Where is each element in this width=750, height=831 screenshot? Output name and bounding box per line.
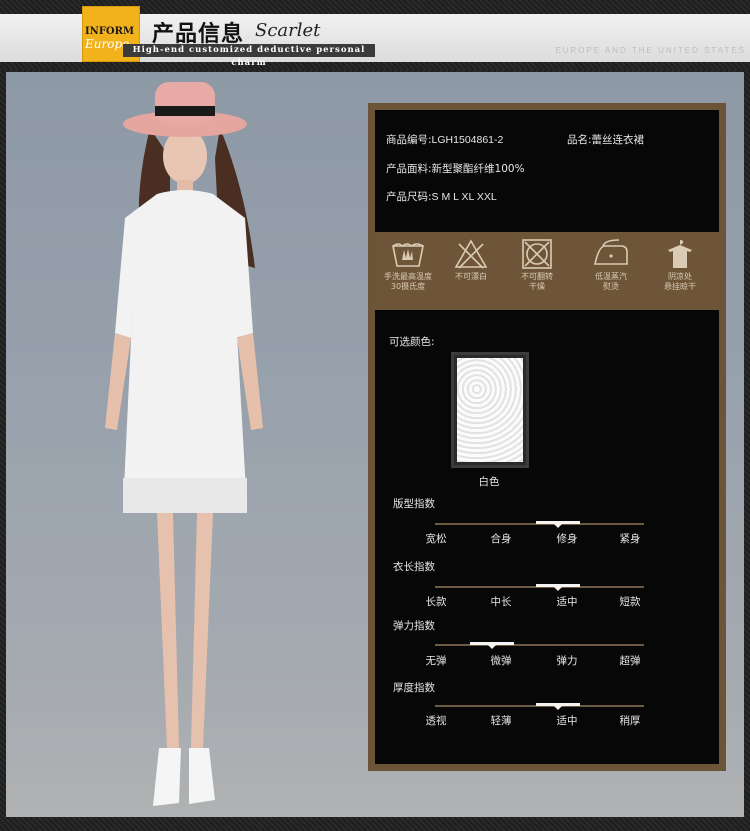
product-material-value: 新型聚酯纤维100%	[431, 163, 525, 175]
product-code-label: 商品编号:	[386, 134, 432, 146]
product-code-value: LGH1504861-2	[431, 134, 504, 146]
care-label-hand-wash-2: 30摄氏度	[390, 282, 426, 291]
care-instructions: 手洗最高温度 30摄氏度 不可漂白 不可翻转 干燥 低温蒸汽 熨烫 阴凉处 悬挂…	[375, 232, 719, 310]
no-tumble-dry-icon	[522, 239, 552, 269]
scale-option-selected: 适中	[556, 596, 578, 608]
product-size-label: 产品尺码:	[386, 191, 432, 203]
scale-option: 稍厚	[619, 715, 641, 727]
scale-option: 超弹	[619, 655, 641, 667]
scale-track-thickness	[435, 703, 644, 710]
care-item-low-iron: 低温蒸汽 熨烫	[581, 238, 641, 292]
scale-option: 宽松	[425, 533, 447, 545]
product-name-label: 品名:	[567, 134, 592, 146]
product-material-label: 产品面料:	[386, 163, 432, 175]
scale-track-fit	[435, 521, 644, 528]
care-item-hang-dry: 阴凉处 悬挂晾干	[650, 238, 710, 292]
scale-track-length	[435, 584, 644, 591]
care-label-low-iron-2: 熨烫	[603, 282, 619, 291]
model-photo	[105, 82, 263, 806]
scale-option: 中长	[490, 596, 512, 608]
scale-option: 紧身	[619, 533, 641, 545]
care-label-hang-dry-1: 阴凉处	[668, 272, 692, 281]
care-label-low-iron-1: 低温蒸汽	[595, 272, 627, 281]
scale-title-elasticity: 弹力指数	[393, 620, 435, 632]
product-info-content: 商品编号:LGH1504861-2 品名:蕾丝连衣裙 产品面料:新型聚酯纤维10…	[375, 110, 719, 764]
scale-option: 透视	[425, 715, 447, 727]
page-header: INFORM Europe 产品信息 Scarlet High-end cust…	[0, 0, 750, 70]
hand-wash-icon	[392, 243, 424, 267]
lace-swatch-image	[457, 358, 523, 462]
color-swatch-white[interactable]	[451, 352, 529, 468]
bottom-stripe	[0, 817, 750, 831]
scale-track-elasticity	[435, 642, 644, 649]
scale-marker-thickness	[536, 703, 580, 710]
product-info-panel: 商品编号:LGH1504861-2 品名:蕾丝连衣裙 产品面料:新型聚酯纤维10…	[368, 103, 726, 771]
product-name-value: 蕾丝连衣裙	[591, 134, 645, 146]
care-label-no-tumble-2: 干燥	[529, 282, 545, 291]
scale-option: 短款	[619, 596, 641, 608]
product-code-row: 商品编号:LGH1504861-2	[386, 132, 503, 147]
care-label-no-bleach: 不可漂白	[455, 272, 487, 281]
scale-option: 弹力	[556, 655, 578, 667]
scale-option: 合身	[490, 533, 512, 545]
logo-top-text: INFORM	[85, 26, 135, 37]
care-item-no-bleach: 不可漂白	[441, 238, 501, 282]
scale-marker-length	[536, 584, 580, 591]
care-item-hand-wash: 手洗最高温度 30摄氏度	[378, 238, 438, 292]
product-size-value: S M L XL XXL	[431, 191, 497, 203]
care-label-no-tumble-1: 不可翻转	[521, 272, 553, 281]
color-options-label: 可选颜色:	[389, 336, 435, 348]
scale-marker-fit	[536, 521, 580, 528]
care-label-hang-dry-2: 悬挂晾干	[664, 282, 696, 291]
scale-option: 长款	[425, 596, 447, 608]
product-material-row: 产品面料:新型聚酯纤维100%	[386, 161, 525, 176]
lace-dress	[115, 190, 253, 508]
scale-marker-elasticity	[470, 642, 514, 649]
color-swatch-name: 白色	[478, 476, 500, 488]
no-bleach-icon	[454, 239, 488, 269]
page-title-en: Scarlet	[255, 20, 321, 41]
scale-title-fit: 版型指数	[393, 498, 435, 510]
scale-title-length: 衣长指数	[393, 561, 435, 573]
hang-dry-icon	[668, 240, 692, 268]
header-tagline: EUROPE AND THE UNITED STATES	[555, 46, 746, 55]
scale-option: 无弹	[425, 655, 447, 667]
care-label-hand-wash-1: 手洗最高温度	[384, 272, 432, 281]
scale-option-selected: 修身	[556, 533, 578, 545]
product-size-row: 产品尺码:S M L XL XXL	[386, 189, 497, 204]
scale-option-selected: 微弹	[490, 655, 512, 667]
scale-option: 轻薄	[490, 715, 512, 727]
product-name-row: 品名:蕾丝连衣裙	[567, 132, 644, 147]
scale-title-thickness: 厚度指数	[393, 682, 435, 694]
header-subtitle: High-end customized deductive personal c…	[123, 44, 375, 68]
care-item-no-tumble: 不可翻转 干燥	[507, 238, 567, 292]
scale-option-selected: 适中	[556, 715, 578, 727]
low-iron-icon	[594, 239, 628, 265]
